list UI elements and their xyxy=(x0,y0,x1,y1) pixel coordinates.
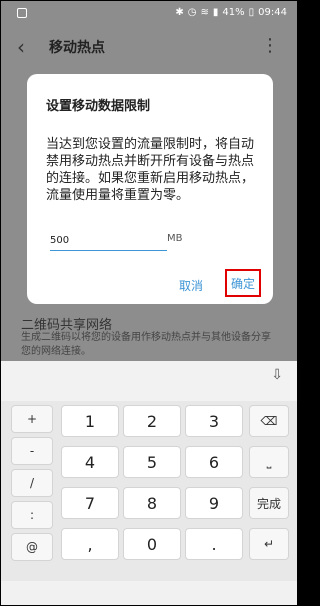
page-title: 移动热点 xyxy=(49,40,105,56)
status-icons: ✱ ◷ ≋ ▮ 41% ▯ 09:44 xyxy=(175,7,287,18)
qr-share-desc: 生成二维码以将您的设备用作移动热点并与其他设备分享您的网络连接。 xyxy=(21,332,271,357)
key-5[interactable]: 5 xyxy=(123,446,181,478)
navigation-bar xyxy=(1,581,297,605)
space-icon[interactable]: ⎵ xyxy=(249,446,289,478)
bluetooth-icon: ✱ xyxy=(175,7,184,18)
key-slash[interactable]: / xyxy=(11,469,53,497)
keyboard-toolbar: ⇩ xyxy=(1,361,297,401)
key-7[interactable]: 7 xyxy=(61,487,119,519)
signal-icon: ▮ xyxy=(212,7,219,18)
key-6[interactable]: 6 xyxy=(185,446,243,478)
backspace-icon[interactable]: ⌫ xyxy=(249,405,289,437)
key-comma[interactable]: , xyxy=(61,528,119,560)
data-limit-dialog: 设置移动数据限制 当达到您设置的流量限制时，将自动禁用移动热点并断开所有设备与热… xyxy=(27,74,273,304)
key-0[interactable]: 0 xyxy=(123,528,181,560)
unit-label: MB xyxy=(167,233,183,244)
key-4[interactable]: 4 xyxy=(61,446,119,478)
app-bar: ‹ 移动热点 ⋮ xyxy=(1,29,297,69)
cancel-button[interactable]: 取消 xyxy=(179,277,203,294)
enter-icon[interactable]: ↵ xyxy=(249,528,289,560)
hide-keyboard-icon[interactable]: ⇩ xyxy=(271,367,283,383)
battery-icon: ▯ xyxy=(248,7,255,18)
wifi-icon: ≋ xyxy=(200,7,209,18)
notification-icon xyxy=(17,8,27,18)
battery-percent: 41% xyxy=(222,7,245,18)
key-minus[interactable]: - xyxy=(11,437,53,465)
key-3[interactable]: 3 xyxy=(185,405,243,437)
dialog-body: 当达到您设置的流量限制时，将自动禁用移动热点并断开所有设备与热点的连接。如果您重… xyxy=(46,137,255,203)
status-bar: ✱ ◷ ≋ ▮ 41% ▯ 09:44 xyxy=(1,1,297,29)
key-1[interactable]: 1 xyxy=(61,405,119,437)
phone-screen: ✱ ◷ ≋ ▮ 41% ▯ 09:44 ‹ 移动热点 ⋮ 二维码共享网络 生成二… xyxy=(1,1,297,605)
key-at[interactable]: @ xyxy=(11,533,53,561)
data-limit-input[interactable] xyxy=(50,231,167,251)
key-plus[interactable]: + xyxy=(11,405,53,433)
done-button[interactable]: 完成 xyxy=(249,487,289,519)
ok-button[interactable]: 确定 xyxy=(225,269,261,297)
more-options-icon[interactable]: ⋮ xyxy=(261,35,279,56)
back-arrow-icon[interactable]: ‹ xyxy=(17,35,39,59)
key-2[interactable]: 2 xyxy=(123,405,181,437)
dialog-title: 设置移动数据限制 xyxy=(46,99,151,114)
key-period[interactable]: . xyxy=(185,528,243,560)
clock: 09:44 xyxy=(258,7,287,18)
key-colon[interactable]: : xyxy=(11,501,53,529)
numeric-keyboard: ⇩ + - / : @ 1 2 3 4 5 6 7 8 9 , 0 . ⌫ ⎵ … xyxy=(1,361,297,605)
key-9[interactable]: 9 xyxy=(185,487,243,519)
key-8[interactable]: 8 xyxy=(123,487,181,519)
alarm-icon: ◷ xyxy=(187,7,197,18)
